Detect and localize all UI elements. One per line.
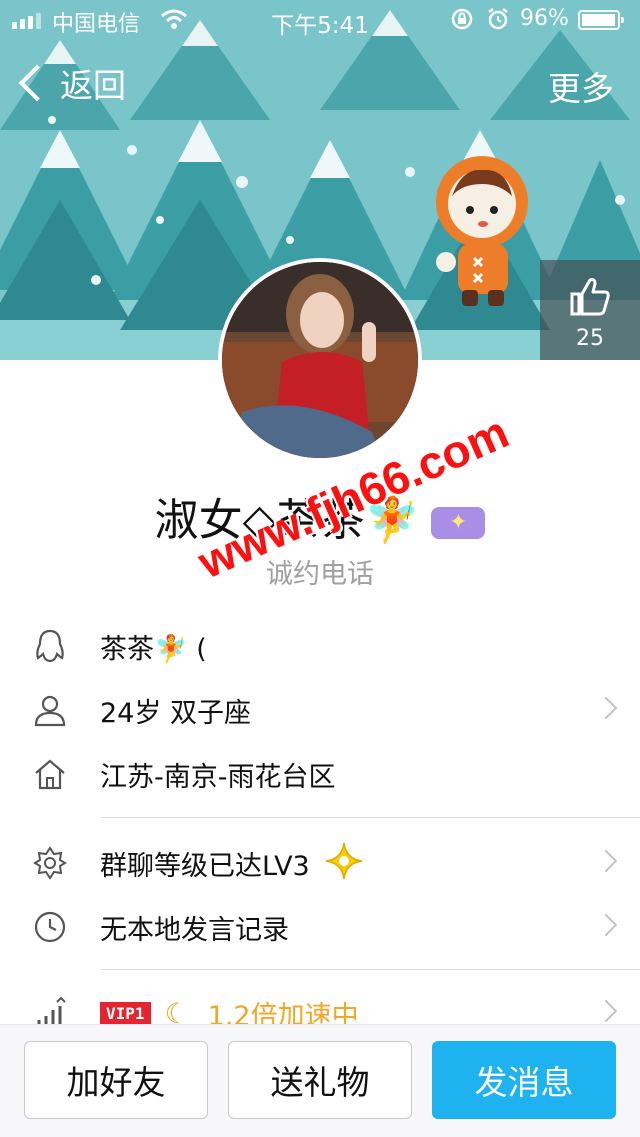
location: 江苏-南京-雨花台区 (100, 761, 336, 793)
age-sign: 24岁 双子座 (100, 697, 251, 729)
home-icon (0, 757, 100, 791)
location-row: 江苏-南京-雨花台区 (0, 742, 640, 806)
clock-icon (0, 910, 100, 944)
qq-nickname-row: 茶茶🧚 ( (0, 614, 640, 678)
profile-signature: 诚约电话 (266, 559, 374, 590)
group-level: 群聊等级已达LV3 (100, 850, 310, 882)
qq-nickname: 茶茶🧚 ( (100, 633, 207, 665)
avatar-photo (222, 262, 418, 458)
section-divider (100, 969, 640, 970)
age-sign-row[interactable]: 24岁 双子座 (0, 678, 640, 742)
group-level-row[interactable]: 群聊等级已达LV3 (0, 831, 640, 895)
profile-avatar[interactable] (218, 258, 422, 462)
like-count: 25 (576, 326, 604, 351)
thumbs-up-icon (570, 278, 610, 316)
person-icon (0, 693, 100, 727)
back-label: 返回 (60, 66, 126, 105)
rotation-lock-icon (450, 7, 474, 36)
sparkle-badge-icon: ✦ (431, 507, 486, 539)
bottom-action-bar: 加好友 送礼物 发消息 (0, 1024, 640, 1137)
alarm-icon (486, 7, 510, 37)
vip-level-tag: VIP1 (100, 1001, 151, 1025)
chevron-right-icon (594, 999, 618, 1023)
back-button[interactable]: 返回 (14, 58, 126, 108)
speech-record: 无本地发言记录 (100, 914, 289, 946)
send-gift-button[interactable]: 送礼物 (228, 1041, 412, 1119)
chevron-right-icon (594, 913, 618, 937)
more-button[interactable]: 更多 (548, 62, 614, 110)
battery-percent: 96% (520, 6, 569, 31)
section-divider (100, 817, 640, 818)
add-friend-button[interactable]: 加好友 (24, 1041, 208, 1119)
chevron-left-icon (18, 64, 56, 102)
diamond-level-icon (324, 841, 364, 885)
chevron-right-icon (594, 849, 618, 873)
like-button[interactable]: 25 (540, 260, 640, 360)
send-message-button[interactable]: 发消息 (432, 1041, 616, 1119)
status-bar: 中国电信 下午5:41 96% (0, 0, 640, 40)
battery-icon (578, 10, 624, 30)
speech-record-row[interactable]: 无本地发言记录 (0, 895, 640, 959)
gear-star-icon (0, 846, 100, 880)
penguin-icon (0, 628, 100, 664)
chevron-right-icon (594, 696, 618, 720)
